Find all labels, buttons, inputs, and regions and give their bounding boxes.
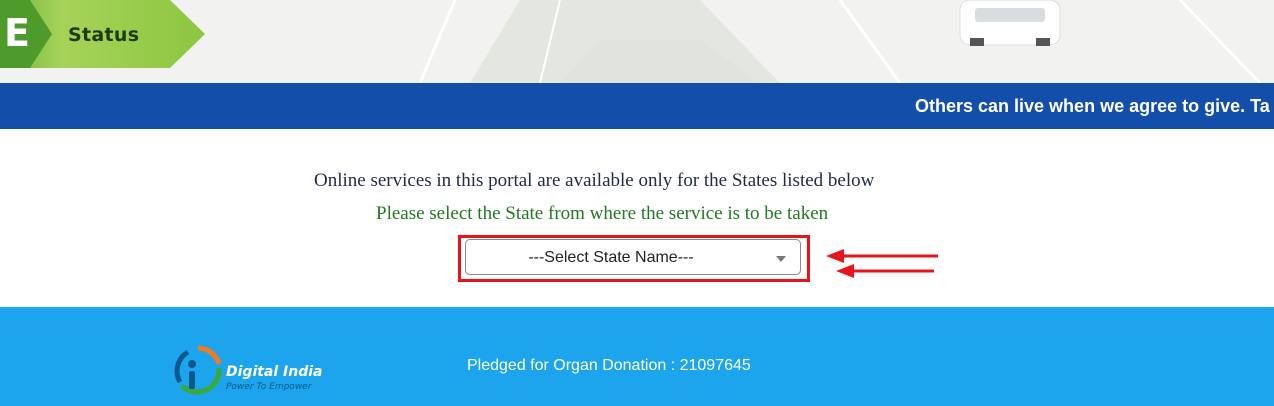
chevron-down-icon [776,256,786,262]
digital-india-tagline: Power To Empower [226,382,312,392]
arrow-left-icon [836,264,934,278]
badge-label: Status [68,24,140,46]
car-image [959,0,1061,46]
page: E Status Others can live when we agree t… [0,0,1274,406]
availability-note: Online services in this portal are avail… [314,170,875,191]
marquee-text: Others can live when we agree to give. T… [915,96,1270,116]
state-select-value: ---Select State Name--- [528,249,694,266]
digital-india-title: Digital India [226,364,323,380]
select-prompt: Please select the State from where the s… [376,203,829,224]
arrow-annotation [826,249,938,278]
state-select-dropdown[interactable]: ---Select State Name--- [465,239,801,275]
badge-letter: E [4,11,30,55]
organ-donation-pledge-count: Pledged for Organ Donation : 21097645 [467,357,751,374]
footer: Digital India Power To Empower Pledged f… [0,307,1274,406]
arrow-left-icon [826,249,938,263]
marquee-strip: Others can live when we agree to give. T… [0,83,1274,129]
header-banner: E Status [0,0,1274,83]
digital-india-logo-icon [174,345,222,395]
estatus-badge: E Status [0,0,206,73]
